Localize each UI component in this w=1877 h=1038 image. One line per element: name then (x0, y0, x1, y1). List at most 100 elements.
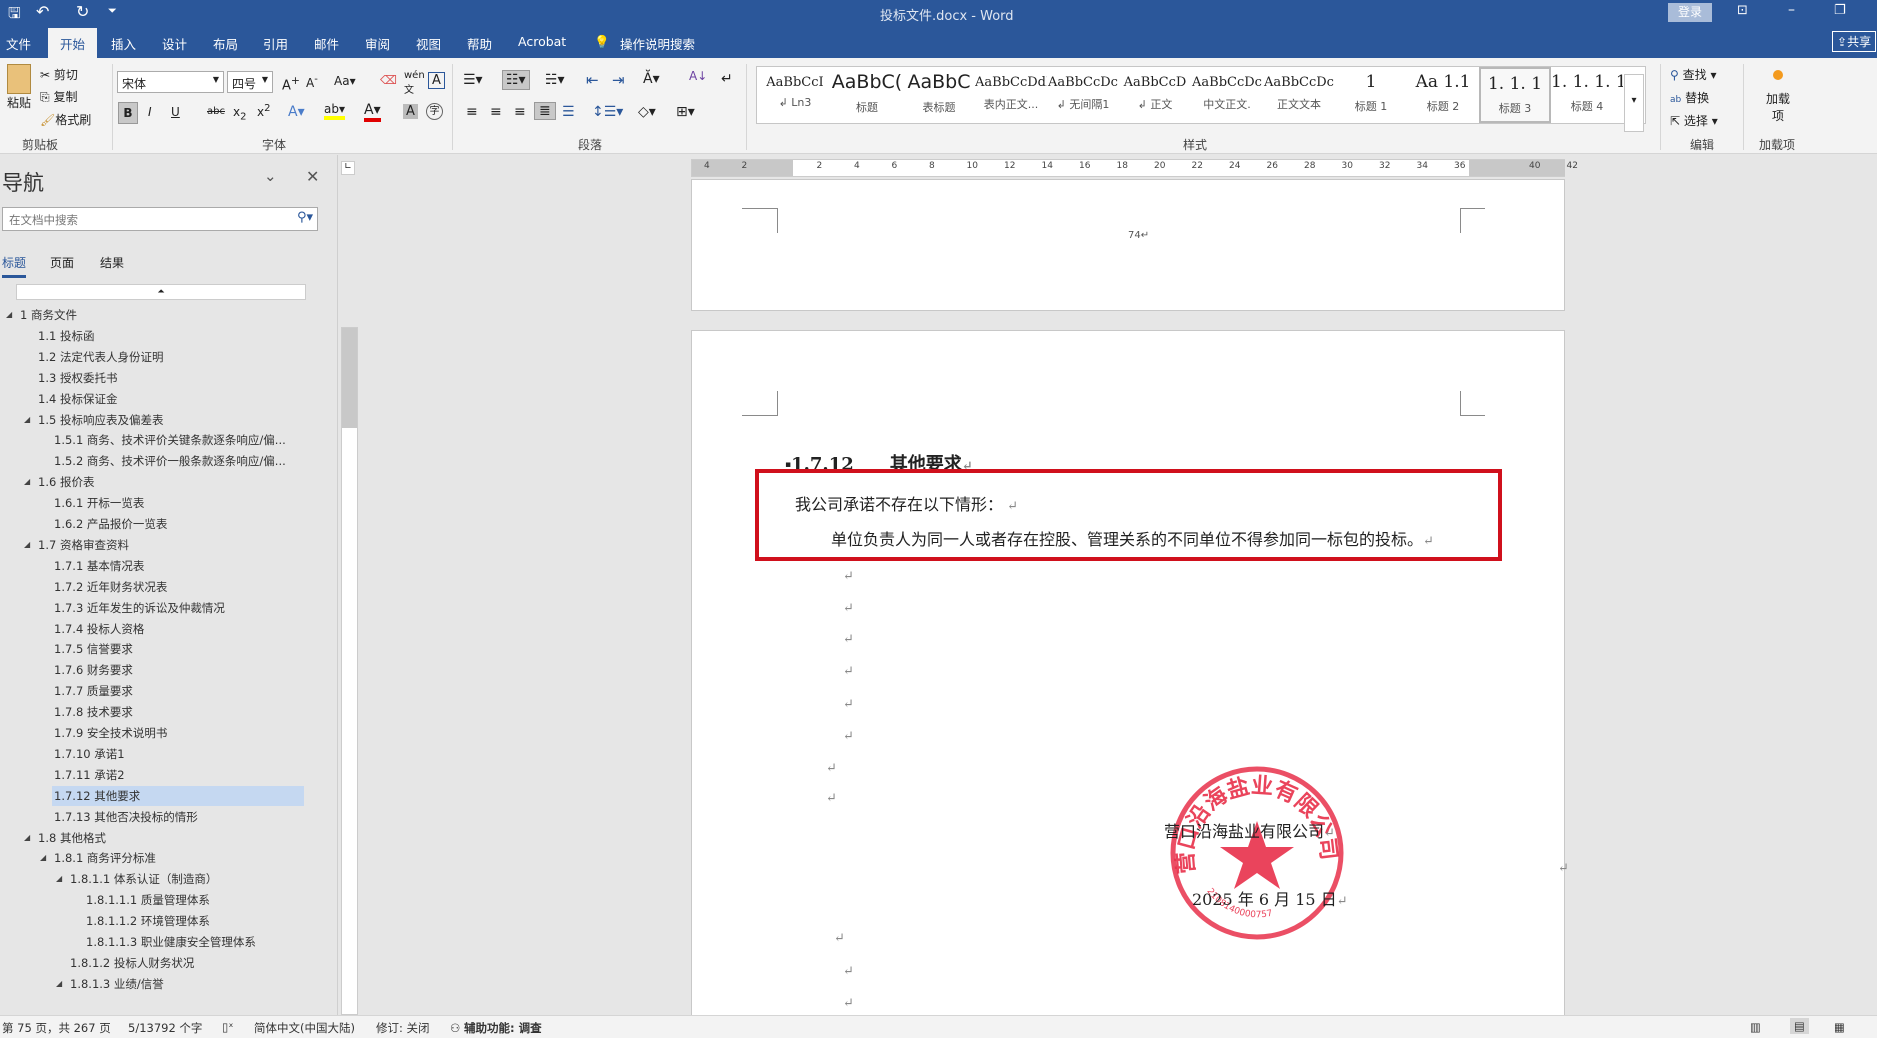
nav-heading-item[interactable]: 1.5.2 商务、技术评价一般条款逐条响应/偏... (52, 451, 286, 471)
underline-button[interactable]: U (171, 105, 180, 119)
nav-heading-item[interactable]: 1.1 投标函 (36, 326, 94, 346)
print-layout-icon[interactable]: ▤ (1790, 1018, 1809, 1034)
style-item[interactable]: AaBbCcI ↲ Ln3 (759, 67, 831, 123)
nav-heading-item[interactable]: 1.8 其他格式 (36, 828, 106, 848)
expand-triangle-icon[interactable]: ◢ (40, 853, 46, 862)
nav-heading-item[interactable]: 1.6 报价表 (36, 472, 94, 492)
tab-home[interactable]: 开始 (48, 28, 98, 58)
justify-icon[interactable]: ≣ (534, 102, 556, 120)
sort-icon[interactable]: A↓ (689, 69, 707, 83)
scroll-to-top-button[interactable]: ⏶ (16, 284, 306, 300)
nav-heading-item[interactable]: 1.7.11 承诺2 (52, 765, 125, 785)
replace-button[interactable]: ab 替换 (1670, 89, 1709, 106)
search-icon[interactable]: ⚲▾ (297, 210, 313, 225)
nav-heading-item[interactable]: 1.4 投标保证金 (36, 389, 117, 409)
style-item[interactable]: AaBbCcDc 中文正文. (1191, 67, 1263, 123)
tab-review[interactable]: 审阅 (365, 34, 390, 53)
expand-triangle-icon[interactable]: ◢ (24, 415, 30, 424)
share-button[interactable]: ⇪共享 (1832, 31, 1877, 52)
align-center-icon[interactable]: ≡ (490, 104, 502, 120)
grow-font-icon[interactable]: A+ (282, 74, 300, 93)
subscript-icon[interactable]: x2 (233, 105, 246, 122)
nav-search-input[interactable]: 在文档中搜索 ⚲▾ (2, 207, 318, 231)
expand-triangle-icon[interactable]: ◢ (24, 477, 30, 486)
nav-heading-item[interactable]: 1.5 投标响应表及偏差表 (36, 410, 163, 430)
read-mode-icon[interactable]: ▥ (1750, 1020, 1761, 1034)
font-name-select[interactable]: 宋体 ▼ (117, 71, 224, 93)
style-item[interactable]: AaBbC 表标题 (903, 67, 975, 123)
align-left-icon[interactable]: ≡ (466, 104, 478, 120)
track-changes[interactable]: 修订: 关闭 (376, 1020, 430, 1036)
date-line[interactable]: 2025 年 6 月 15 日↵ (1192, 886, 1348, 910)
style-item[interactable]: AaBbCcD ↲ 正文 (1119, 67, 1191, 123)
style-item[interactable]: Aa 1.1 标题 2 (1407, 67, 1479, 123)
select-button[interactable]: ⇱ 选择 ▾ (1670, 112, 1718, 129)
tab-file[interactable]: 文件 (6, 34, 31, 53)
nav-tab-headings[interactable]: 标题 (2, 254, 27, 278)
paragraph[interactable]: 我公司承诺不存在以下情形： ↵ (795, 491, 1018, 515)
style-item[interactable]: AaBbCcDc ↲ 无间隔1 (1047, 67, 1119, 123)
web-layout-icon[interactable]: ▦ (1834, 1020, 1845, 1034)
nav-heading-item[interactable]: 1.6.1 开标一览表 (52, 493, 144, 513)
undo-icon[interactable]: ↶ (36, 2, 49, 21)
nav-heading-item[interactable]: 1.8.1.1.1 质量管理体系 (84, 890, 210, 910)
format-painter-button[interactable]: 🖌格式刷 (40, 111, 91, 128)
bullets-icon[interactable]: ☰▾ (463, 72, 483, 88)
addins-button[interactable]: 加载项 (1762, 70, 1794, 124)
page-count[interactable]: 第 75 页，共 267 页 (2, 1020, 111, 1036)
shading-icon[interactable]: ◇▾ (638, 104, 656, 120)
nav-heading-item[interactable]: 1.7.2 近年财务状况表 (52, 577, 167, 597)
multilevel-list-icon[interactable]: ☵▾ (545, 72, 565, 88)
nav-heading-item[interactable]: 1.7.13 其他否决投标的情形 (52, 807, 198, 827)
increase-indent-icon[interactable]: ⇥ (612, 71, 625, 89)
language[interactable]: 简体中文(中国大陆) (254, 1020, 355, 1036)
italic-button[interactable]: I (148, 105, 152, 119)
find-button[interactable]: ⚲ 查找 ▾ (1670, 66, 1716, 83)
nav-heading-item[interactable]: 1.7.5 信誉要求 (52, 639, 133, 659)
nav-heading-item[interactable]: 1 商务文件 (18, 305, 77, 325)
style-item[interactable]: AaBbCcDc 正文文本 (1263, 67, 1335, 123)
nav-heading-item[interactable]: 1.7.7 质量要求 (52, 681, 133, 701)
show-marks-icon[interactable]: ↵ (721, 71, 733, 87)
nav-heading-item[interactable]: 1.7.10 承诺1 (52, 744, 125, 764)
copy-button[interactable]: ⎘ 复制 (40, 88, 77, 105)
char-border-icon[interactable]: A (428, 72, 445, 89)
nav-heading-item[interactable]: 1.7.4 投标人资格 (52, 619, 144, 639)
align-right-icon[interactable]: ≡ (514, 104, 526, 120)
char-shading-icon[interactable]: A (403, 104, 418, 119)
font-size-select[interactable]: 四号 ▼ (227, 71, 273, 93)
nav-heading-item[interactable]: 1.7.9 安全技术说明书 (52, 723, 167, 743)
superscript-icon[interactable]: x2 (257, 103, 270, 119)
tab-insert[interactable]: 插入 (111, 34, 136, 53)
clear-format-icon[interactable]: ⌫ (380, 73, 397, 87)
nav-heading-item[interactable]: 1.8.1 商务评分标准 (52, 848, 156, 868)
word-count[interactable]: 5/13792 个字 (128, 1020, 202, 1036)
save-icon[interactable]: 🖫 (8, 3, 21, 28)
nav-heading-item[interactable]: 1.8.1.2 投标人财务状况 (68, 953, 194, 973)
redo-icon[interactable]: ↻ (76, 2, 89, 21)
restore-icon[interactable]: ❐ (1834, 3, 1846, 18)
line-spacing-icon[interactable]: ↕☰▾ (592, 104, 623, 120)
tab-design[interactable]: 设计 (162, 34, 187, 53)
nav-heading-item[interactable]: 1.7 资格审查资料 (36, 535, 129, 555)
borders-icon[interactable]: ⊞▾ (676, 104, 695, 120)
nav-heading-item[interactable]: 1.8.1.1.3 职业健康安全管理体系 (84, 932, 256, 952)
customize-toolbar-icon[interactable]: ⏷ (108, 4, 117, 18)
expand-triangle-icon[interactable]: ◢ (24, 833, 30, 842)
style-item[interactable]: AaBbC(标题 (831, 67, 903, 123)
numbering-icon[interactable]: ☷▾ (502, 70, 530, 90)
nav-heading-item[interactable]: 1.8.1.1 体系认证（制造商） (68, 869, 217, 889)
tab-view[interactable]: 视图 (416, 34, 441, 53)
tab-help[interactable]: 帮助 (467, 34, 492, 53)
nav-heading-item[interactable]: 1.8.1.3 业绩/信誉 (68, 974, 164, 994)
login-button[interactable]: 登录 (1668, 3, 1712, 22)
nav-heading-item[interactable]: 1.7.12 其他要求 (52, 785, 304, 806)
style-item[interactable]: 1 标题 1 (1335, 67, 1407, 123)
paragraph[interactable]: 单位负责人为同一人或者存在控股、管理关系的不同单位不得参加同一标包的投标。↵ (831, 526, 1434, 550)
change-case-icon[interactable]: Aa▾ (334, 74, 356, 88)
nav-heading-item[interactable]: 1.7.8 技术要求 (52, 702, 133, 722)
nav-heading-item[interactable]: 1.6.2 产品报价一览表 (52, 514, 167, 534)
enclose-char-icon[interactable]: 字 (426, 103, 443, 120)
nav-heading-item[interactable]: 1.7.1 基本情况表 (52, 556, 144, 576)
tell-me-search[interactable]: 操作说明搜索 (620, 34, 695, 53)
